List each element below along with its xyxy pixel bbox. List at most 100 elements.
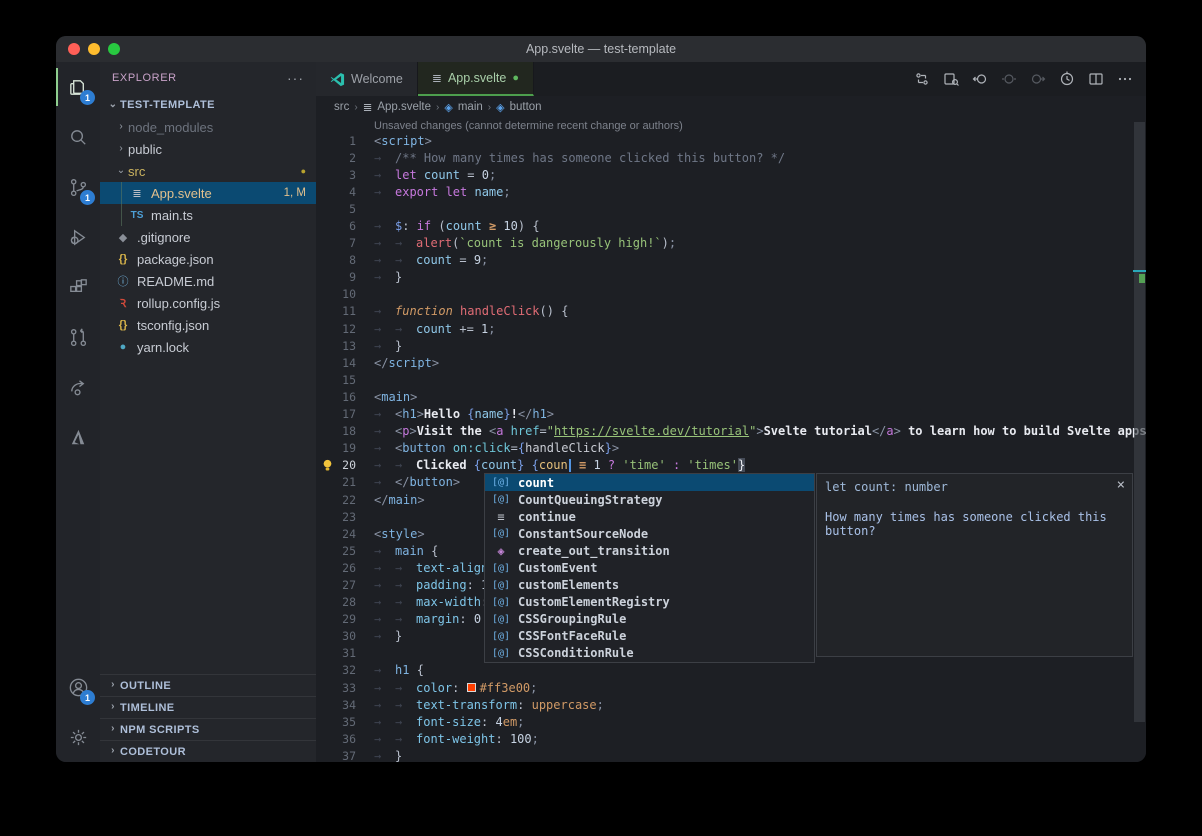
breadcrumb-item-main[interactable]: main <box>458 101 483 113</box>
code-line-12[interactable]: 12→→count += 1; <box>316 320 1133 337</box>
code-line-16[interactable]: 16<main> <box>316 388 1133 405</box>
code-line-32[interactable]: 32→h1 { <box>316 662 1133 679</box>
previous-change-button[interactable] <box>969 68 991 90</box>
title-bar[interactable]: App.svelte — test-template <box>56 36 1146 62</box>
scrollbar-thumb[interactable] <box>1134 122 1145 722</box>
code-line-13[interactable]: 13→} <box>316 337 1133 354</box>
open-preview-button[interactable] <box>940 68 962 90</box>
suggest-item-create_out_transition[interactable]: ◈create_out_transition <box>485 542 814 559</box>
code-line-11[interactable]: 11→function handleClick() { <box>316 303 1133 320</box>
sidebar-section-timeline[interactable]: ›TIMELINE <box>100 696 316 718</box>
breadcrumb-item-src[interactable]: src <box>334 101 349 113</box>
tab-app-svelte[interactable]: ≣ App.svelte ● <box>418 62 534 96</box>
code-line-2[interactable]: 2→/** How many times has someone clicked… <box>316 149 1133 166</box>
color-swatch[interactable] <box>467 683 476 692</box>
line-number: 5 <box>316 202 356 216</box>
suggest-item-cssconditionrule[interactable]: [@]CSSConditionRule <box>485 645 814 662</box>
code-line-6[interactable]: 6→$: if (count ≥ 10) { <box>316 217 1133 234</box>
file-label: README.md <box>137 274 214 289</box>
split-editor-icon <box>1088 71 1104 87</box>
code-line-19[interactable]: 19→<button on:click={handleClick}> <box>316 440 1133 457</box>
code-line-15[interactable]: 15 <box>316 371 1133 388</box>
code-line-8[interactable]: 8→→count = 9; <box>316 252 1133 269</box>
git-status-badge: 1, M <box>284 187 306 199</box>
project-root-row[interactable]: ⌄ TEST-TEMPLATE <box>100 94 316 116</box>
activity-bar-source-control[interactable]: 1 <box>56 162 100 212</box>
suggest-item-countqueuingstrategy[interactable]: [@]CountQueuingStrategy <box>485 491 814 508</box>
more-actions-icon <box>1117 71 1133 87</box>
suggest-item-constantsourcenode[interactable]: [@]ConstantSourceNode <box>485 525 814 542</box>
code-line-34[interactable]: 34→→text-transform: uppercase; <box>316 696 1133 713</box>
chevron-right-icon: › <box>106 701 120 712</box>
code-line-7[interactable]: 7→→alert(`count is dangerously high!`); <box>316 235 1133 252</box>
code-line-1[interactable]: 1<script> <box>316 132 1133 149</box>
line-number: 15 <box>316 373 356 387</box>
compare-changes-button[interactable] <box>911 68 933 90</box>
activity-bar-settings[interactable] <box>56 712 100 762</box>
tab-welcome[interactable]: Welcome <box>316 62 418 96</box>
sidebar-section-npm-scripts[interactable]: ›NPM SCRIPTS <box>100 718 316 740</box>
code-line-14[interactable]: 14</script> <box>316 354 1133 371</box>
file-row--gitignore[interactable]: ◆.gitignore <box>100 226 316 248</box>
file-history-button[interactable] <box>1056 68 1078 90</box>
file-row-node-modules[interactable]: ›node_modules <box>100 116 316 138</box>
code-line-5[interactable]: 5 <box>316 200 1133 217</box>
code-line-17[interactable]: 17→<h1>Hello {name}!</h1> <box>316 406 1133 423</box>
code-line-10[interactable]: 10 <box>316 286 1133 303</box>
line-number: 6 <box>316 219 356 233</box>
sidebar-section-outline[interactable]: ›OUTLINE <box>100 674 316 696</box>
suggest-item-customevent[interactable]: [@]CustomEvent <box>485 559 814 576</box>
breadcrumb-item-button[interactable]: button <box>510 101 542 113</box>
close-icon[interactable]: × <box>1117 477 1125 493</box>
editor-scrollbar[interactable] <box>1133 118 1146 762</box>
suggest-item-customelementregistry[interactable]: [@]CustomElementRegistry <box>485 594 814 611</box>
activity-bar-run-debug[interactable] <box>56 212 100 262</box>
breadcrumb-item-app-svelte[interactable]: App.svelte <box>377 101 431 113</box>
code-line-33[interactable]: 33→→color: #ff3e00; <box>316 679 1133 696</box>
code-line-20[interactable]: 20→→Clicked {count} {coun ≡ 1 ? 'time' :… <box>316 457 1133 474</box>
code-line-9[interactable]: 9→} <box>316 269 1133 286</box>
code-editor[interactable]: Unsaved changes (cannot determine recent… <box>316 118 1146 762</box>
code-line-4[interactable]: 4→export let name; <box>316 183 1133 200</box>
activity-bar-pull-requests[interactable] <box>56 312 100 362</box>
suggest-item-continue[interactable]: ≡continue <box>485 508 814 525</box>
file-label: tsconfig.json <box>137 318 209 333</box>
suggest-item-cssgroupingrule[interactable]: [@]CSSGroupingRule <box>485 611 814 628</box>
file-row-package-json[interactable]: {}package.json <box>100 248 316 270</box>
code-line-36[interactable]: 36→→font-weight: 100; <box>316 730 1133 747</box>
code-line-37[interactable]: 37→} <box>316 747 1133 762</box>
file-row-main-ts[interactable]: TSmain.ts <box>100 204 316 226</box>
suggest-item-count[interactable]: [@]count <box>485 474 814 491</box>
activity-bar-live-share[interactable] <box>56 362 100 412</box>
line-content: </script> <box>356 356 439 370</box>
file-row-rollup-config-js[interactable]: Ꝛrollup.config.js <box>100 292 316 314</box>
activity-bar-account[interactable]: 1 <box>56 662 100 712</box>
file-row-src[interactable]: ⌄src● <box>100 160 316 182</box>
activity-bar-search[interactable] <box>56 112 100 162</box>
sidebar-section-codetour[interactable]: ›CODETOUR <box>100 740 316 762</box>
file-row-app-svelte[interactable]: ≣App.svelte1, M <box>100 182 316 204</box>
activity-bar-explorer[interactable]: 1 <box>56 62 100 112</box>
suggest-item-customelements[interactable]: [@]customElements <box>485 577 814 594</box>
file-row-yarn-lock[interactable]: ●yarn.lock <box>100 336 316 358</box>
activity-bar-azure[interactable] <box>56 412 100 462</box>
more-actions-button[interactable] <box>1114 68 1136 90</box>
activity-bar-extensions[interactable] <box>56 262 100 312</box>
file-row-tsconfig-json[interactable]: {}tsconfig.json <box>100 314 316 336</box>
current-change-button[interactable] <box>998 68 1020 90</box>
file-row-public[interactable]: ›public <box>100 138 316 160</box>
code-line-3[interactable]: 3→let count = 0; <box>316 166 1133 183</box>
lightbulb-icon[interactable] <box>322 459 333 472</box>
line-number: 36 <box>316 732 356 746</box>
code-line-35[interactable]: 35→→font-size: 4em; <box>316 713 1133 730</box>
suggest-item-cssfontfacerule[interactable]: [@]CSSFontFaceRule <box>485 628 814 645</box>
file-row-readme-md[interactable]: ⓘ README.md <box>100 270 316 292</box>
line-content: →main { <box>356 544 438 558</box>
file-label: .gitignore <box>137 230 190 245</box>
code-line-18[interactable]: 18→<p>Visit the <a href="https://svelte.… <box>316 423 1133 440</box>
explorer-more-icon[interactable]: ··· <box>287 70 304 86</box>
split-editor-button[interactable] <box>1085 68 1107 90</box>
next-change-button[interactable] <box>1027 68 1049 90</box>
info-file-icon: ⓘ <box>114 273 132 289</box>
modified-dot-icon[interactable]: ● <box>512 72 519 84</box>
